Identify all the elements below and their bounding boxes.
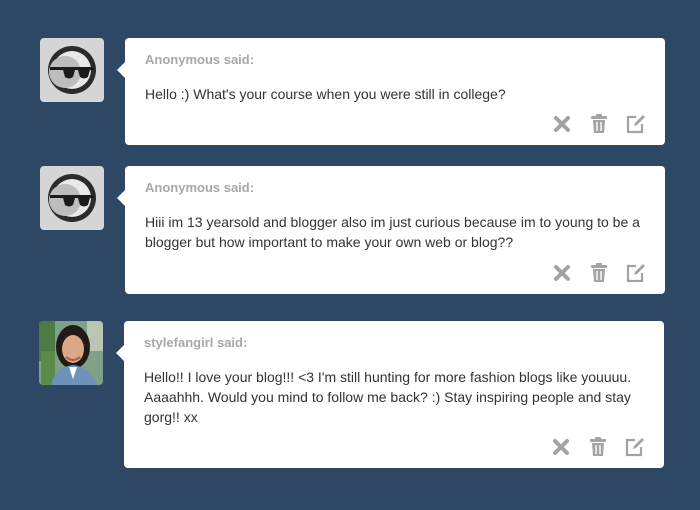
- question-text: Hiii im 13 yearsold and blogger also im …: [145, 214, 640, 250]
- anonymous-avatar[interactable]: [40, 166, 104, 230]
- user-photo: [39, 321, 103, 385]
- action-bar: [535, 436, 646, 458]
- action-bar: [536, 113, 647, 135]
- asker-name[interactable]: Anonymous said:: [145, 180, 254, 195]
- question-text: Hello!! I love your blog!!! <3 I'm still…: [144, 369, 632, 425]
- delete-button[interactable]: [551, 262, 573, 284]
- trash-button[interactable]: [587, 436, 609, 458]
- trash-icon: [591, 263, 607, 282]
- edit-button[interactable]: [624, 436, 646, 458]
- question-bubble: Anonymous said: Hiii im 13 yearsold and …: [117, 166, 665, 294]
- edit-button[interactable]: [625, 262, 647, 284]
- trash-icon: [591, 114, 607, 133]
- delete-x-icon: [554, 116, 570, 132]
- trash-icon: [590, 437, 606, 456]
- delete-x-icon: [553, 439, 569, 455]
- action-bar: [536, 262, 647, 284]
- question-text: Hello :) What's your course when you wer…: [145, 86, 506, 102]
- anonymous-sunglasses-icon: [48, 174, 96, 222]
- trash-button[interactable]: [588, 113, 610, 135]
- asker-name[interactable]: Anonymous said:: [145, 52, 254, 67]
- edit-icon: [626, 115, 645, 134]
- edit-icon: [626, 264, 645, 283]
- edit-button[interactable]: [625, 113, 647, 135]
- question-bubble: Anonymous said: Hello :) What's your cou…: [117, 38, 665, 145]
- delete-button[interactable]: [551, 113, 573, 135]
- delete-x-icon: [554, 265, 570, 281]
- anonymous-sunglasses-icon: [48, 46, 96, 94]
- anonymous-avatar[interactable]: [40, 38, 104, 102]
- asker-name[interactable]: stylefangirl said:: [144, 335, 247, 350]
- trash-button[interactable]: [588, 262, 610, 284]
- user-avatar[interactable]: [39, 321, 103, 385]
- question-bubble: stylefangirl said: Hello!! I love your b…: [116, 321, 664, 468]
- edit-icon: [625, 438, 644, 457]
- delete-button[interactable]: [550, 436, 572, 458]
